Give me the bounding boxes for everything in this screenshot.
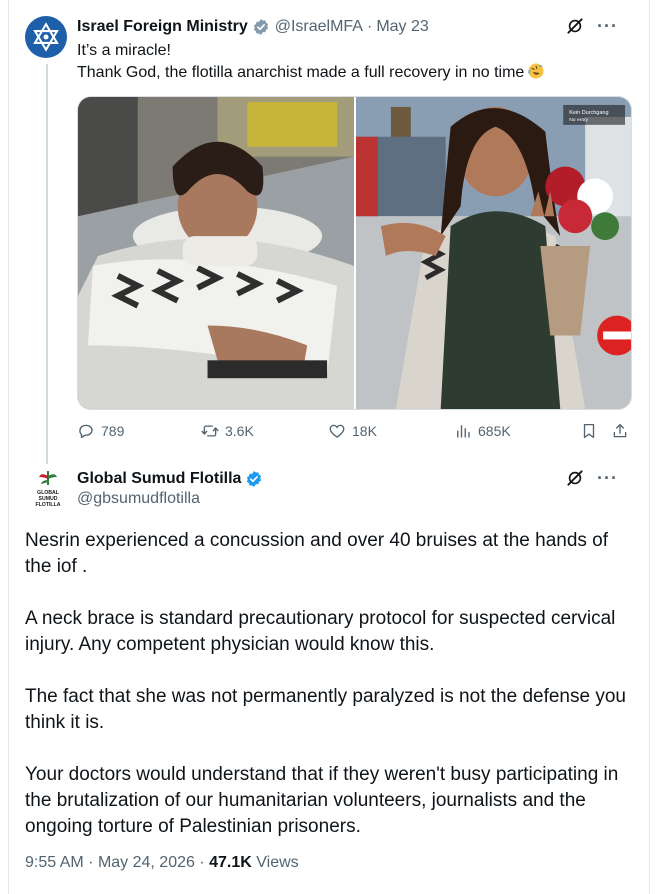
verified-gray-badge-icon[interactable] bbox=[252, 18, 270, 36]
israel-mfa-avatar[interactable] bbox=[25, 16, 67, 58]
views-count: 47.1K bbox=[209, 854, 252, 871]
tweet-paragraph: Nesrin experienced a concussion and over… bbox=[25, 530, 609, 577]
tweet-date[interactable]: May 24, 2026 bbox=[98, 854, 195, 871]
parent-tweet-actions: 789 3.6K 18K 685K bbox=[77, 422, 632, 444]
reply-icon bbox=[79, 424, 93, 439]
parent-header-actions: ··· bbox=[565, 16, 618, 36]
reply-button[interactable]: 789 bbox=[77, 422, 124, 440]
thread-connector-line bbox=[46, 64, 48, 464]
author-handle[interactable]: @gbsumudflotilla bbox=[77, 490, 200, 508]
tweet-paragraph: A neck brace is standard precautionary p… bbox=[25, 608, 616, 655]
tweet-media-grid[interactable]: Kein Durchgang No entry bbox=[77, 96, 632, 410]
like-count: 18K bbox=[352, 423, 377, 439]
author-name[interactable]: Global Sumud Flotilla bbox=[77, 470, 241, 488]
author-name[interactable]: Israel Foreign Ministry bbox=[77, 18, 248, 36]
repost-count: 3.6K bbox=[225, 423, 254, 439]
tweet-text-line: It’s a miracle! bbox=[77, 42, 171, 59]
views-label: Views bbox=[256, 854, 299, 871]
author-handle[interactable]: @IsraelMFA bbox=[275, 18, 363, 36]
heart-icon bbox=[329, 424, 345, 438]
reply-header-actions: ··· bbox=[565, 468, 618, 488]
repost-icon bbox=[201, 425, 219, 437]
no-entry-sign-text: Kein Durchgang bbox=[569, 110, 608, 116]
airport-photo[interactable]: Kein Durchgang No entry bbox=[356, 97, 631, 409]
tweet-text-line-with-emoji: Thank God, the flotilla anarchist made a… bbox=[77, 62, 617, 84]
share-icon bbox=[613, 423, 627, 438]
global-sumud-flotilla-avatar[interactable]: GLOBAL SUMUD FLOTILLA bbox=[26, 468, 70, 512]
star-of-david-icon bbox=[30, 21, 62, 53]
views-button[interactable]: 685K bbox=[454, 422, 511, 440]
grok-icon[interactable] bbox=[565, 16, 585, 36]
grok-icon[interactable] bbox=[565, 468, 585, 488]
share-button[interactable] bbox=[611, 422, 629, 440]
tweet-paragraph: Your doctors would understand that if th… bbox=[25, 764, 619, 837]
tweet-paragraph: The fact that she was not permanently pa… bbox=[25, 686, 626, 733]
tweet-metadata: 9:55 AM · May 24, 2026 · 47.1K Views bbox=[25, 854, 299, 872]
separator-dot: · bbox=[88, 854, 94, 871]
hospital-photo[interactable] bbox=[78, 97, 354, 409]
reply-tweet-text: Nesrin experienced a concussion and over… bbox=[25, 528, 630, 840]
bookmark-button[interactable] bbox=[580, 422, 598, 440]
separator-dot: · bbox=[199, 854, 205, 871]
tweet-time[interactable]: 9:55 AM bbox=[25, 854, 84, 871]
more-options-icon[interactable]: ··· bbox=[597, 469, 618, 487]
repost-button[interactable]: 3.6K bbox=[201, 422, 254, 440]
reply-count: 789 bbox=[101, 423, 125, 439]
like-button[interactable]: 18K bbox=[328, 422, 377, 440]
parent-tweet-header: Israel Foreign Ministry @IsraelMFA · May… bbox=[77, 16, 632, 38]
avatar-text-line: FLOTILLA bbox=[35, 502, 60, 508]
separator-dot: · bbox=[366, 18, 373, 35]
parent-tweet-text: It’s a miracle! Thank God, the flotilla … bbox=[77, 40, 617, 84]
bookmark-icon bbox=[583, 423, 595, 439]
hospital-photo-illustration bbox=[78, 97, 354, 409]
more-options-icon[interactable]: ··· bbox=[597, 17, 618, 35]
views-count: 685K bbox=[478, 423, 511, 439]
reply-tweet-header: Global Sumud Flotilla ··· bbox=[77, 468, 632, 490]
tweet-date[interactable]: May 23 bbox=[376, 18, 428, 36]
no-entry-sign-subtext: No entry bbox=[569, 117, 588, 123]
views-bar-chart-icon bbox=[457, 425, 470, 438]
verified-blue-badge-icon[interactable] bbox=[245, 470, 263, 488]
airport-photo-illustration: Kein Durchgang No entry bbox=[356, 97, 631, 409]
rolling-on-floor-laughing-emoji-icon bbox=[528, 63, 544, 79]
tweet-text-line: Thank God, the flotilla anarchist made a… bbox=[77, 64, 525, 81]
